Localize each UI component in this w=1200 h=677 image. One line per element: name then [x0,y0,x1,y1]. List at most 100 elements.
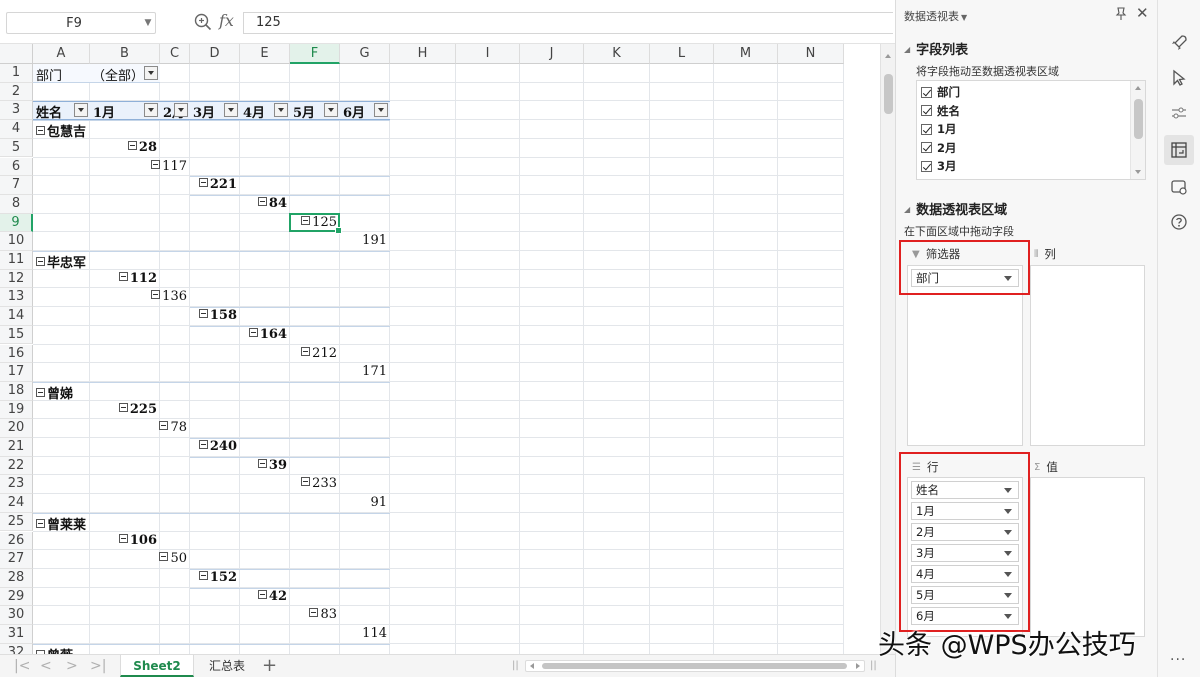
collapse-icon[interactable] [127,140,137,150]
sliders-icon[interactable] [1164,98,1194,128]
field-item[interactable]: 2月 [921,139,957,157]
pivot-group-name[interactable]: 曾莱莱 [36,514,86,533]
header-dropdown-icon[interactable] [74,103,88,118]
collapse-icon[interactable] [257,458,267,468]
row-header[interactable]: 20 [0,419,33,438]
column-header[interactable]: K [584,44,650,64]
scroll-left-icon[interactable] [530,663,534,669]
collapse-icon[interactable] [118,271,128,281]
row-header[interactable]: 5 [0,138,33,158]
row-header[interactable]: 28 [0,568,33,588]
pivot-group-name[interactable]: 曾娣 [36,383,73,402]
scroll-up-icon[interactable] [1135,86,1141,90]
row-header[interactable]: 17 [0,363,33,382]
split-handle-icon[interactable]: || [870,660,877,671]
pivot-group-name[interactable]: 毕忠军 [36,252,86,271]
row-header[interactable]: 10 [0,232,33,251]
pivot-areas-title[interactable]: ◢ 数据透视表区域 [904,199,1007,218]
row-header[interactable]: 13 [0,288,33,308]
column-header[interactable]: G [340,44,390,64]
panel-title[interactable]: 数据透视表 ▼ [904,8,967,24]
row-header[interactable]: 24 [0,494,33,513]
split-handle-icon[interactable]: || [512,660,519,671]
spreadsheet-grid[interactable]: A B C D E F G H I J K L M N 1 2 3 4 5 6 7 8 9 10 11 12 13 14 15 16 17 1… [0,44,880,654]
chevron-down-icon[interactable]: ▼ [961,13,967,22]
next-sheet-button[interactable]: > [66,658,78,674]
column-header[interactable]: E [240,44,290,64]
scroll-down-icon[interactable] [1135,170,1141,174]
collapse-icon[interactable] [301,477,311,487]
row-header[interactable]: 18 [0,381,33,401]
collapse-icon[interactable] [257,196,267,206]
chart-gear-icon[interactable] [1164,172,1194,202]
row-header[interactable]: 31 [0,625,33,644]
checkbox-checked[interactable] [921,86,932,98]
collapse-icon[interactable] [198,570,208,580]
header-dropdown-icon[interactable] [224,103,238,118]
row-header[interactable]: 8 [0,194,33,214]
row-header[interactable]: 29 [0,587,33,607]
field-list-title[interactable]: ◢ 字段列表 [904,39,968,58]
prev-sheet-button[interactable]: < [40,658,52,674]
collapse-icon[interactable] [159,421,169,431]
column-header[interactable]: A [33,44,90,64]
row-header[interactable]: 2 [0,82,33,102]
checkbox-checked[interactable] [921,142,932,153]
name-box[interactable]: F9 ▼ [6,12,156,34]
column-header[interactable]: N [778,44,844,64]
help-icon[interactable] [1164,207,1194,237]
column-area[interactable] [1030,265,1145,446]
column-header[interactable]: B [90,44,160,64]
first-sheet-button[interactable]: |< [14,658,30,674]
column-header[interactable]: F [290,44,340,64]
row-header[interactable]: 16 [0,344,33,364]
header-dropdown-icon[interactable] [174,103,188,118]
horizontal-scrollbar[interactable] [525,660,865,672]
collapse-icon[interactable] [198,309,208,319]
scroll-right-icon[interactable] [856,663,860,669]
row-header[interactable]: 30 [0,606,33,625]
formula-input[interactable]: 125 [243,12,893,34]
field-item[interactable]: 1月 [921,120,957,138]
last-sheet-button[interactable]: >| [90,658,106,674]
pivot-table-icon[interactable] [1164,135,1194,165]
collapse-icon[interactable] [151,159,161,169]
row-header[interactable]: 4 [0,120,33,139]
row-header[interactable]: 11 [0,251,33,270]
row-header[interactable]: 26 [0,531,33,551]
column-header[interactable]: J [520,44,584,64]
tab-summary[interactable]: 汇总表 [194,655,260,677]
collapse-icon[interactable] [159,552,169,562]
row-header[interactable]: 27 [0,550,33,569]
pin-icon[interactable] [1114,7,1128,21]
select-all-corner[interactable] [0,44,33,64]
collapse-icon[interactable] [198,440,208,449]
header-dropdown-icon[interactable] [324,103,338,118]
collapse-icon[interactable] [151,290,161,300]
row-header[interactable]: 25 [0,512,33,532]
header-dropdown-icon[interactable] [374,103,388,118]
more-icon[interactable]: ··· [1170,652,1186,668]
row-header[interactable]: 21 [0,438,33,457]
row-header[interactable]: 15 [0,325,33,345]
row-header[interactable]: 19 [0,400,33,420]
collapse-icon[interactable] [198,178,208,188]
fx-icon[interactable]: fx [219,11,234,30]
cursor-icon[interactable] [1164,63,1194,93]
collapse-icon[interactable] [118,402,128,412]
add-sheet-icon[interactable]: + [262,655,277,677]
scroll-up-icon[interactable] [885,54,891,58]
column-header[interactable]: I [456,44,520,64]
checkbox-checked[interactable] [921,123,932,135]
field-list-scrollbar[interactable] [1130,81,1145,179]
collapse-icon[interactable] [36,518,45,528]
column-header[interactable]: L [650,44,714,64]
header-dropdown-icon[interactable] [274,103,288,118]
row-header[interactable]: 23 [0,475,33,495]
row-header[interactable]: 22 [0,456,33,476]
field-list[interactable]: 部门 姓名 1月 2月 3月 [916,80,1146,180]
row-header[interactable]: 14 [0,307,33,326]
row-header[interactable]: 7 [0,176,33,195]
filter-dropdown-icon[interactable] [144,66,158,80]
field-item[interactable]: 部门 [921,83,960,101]
